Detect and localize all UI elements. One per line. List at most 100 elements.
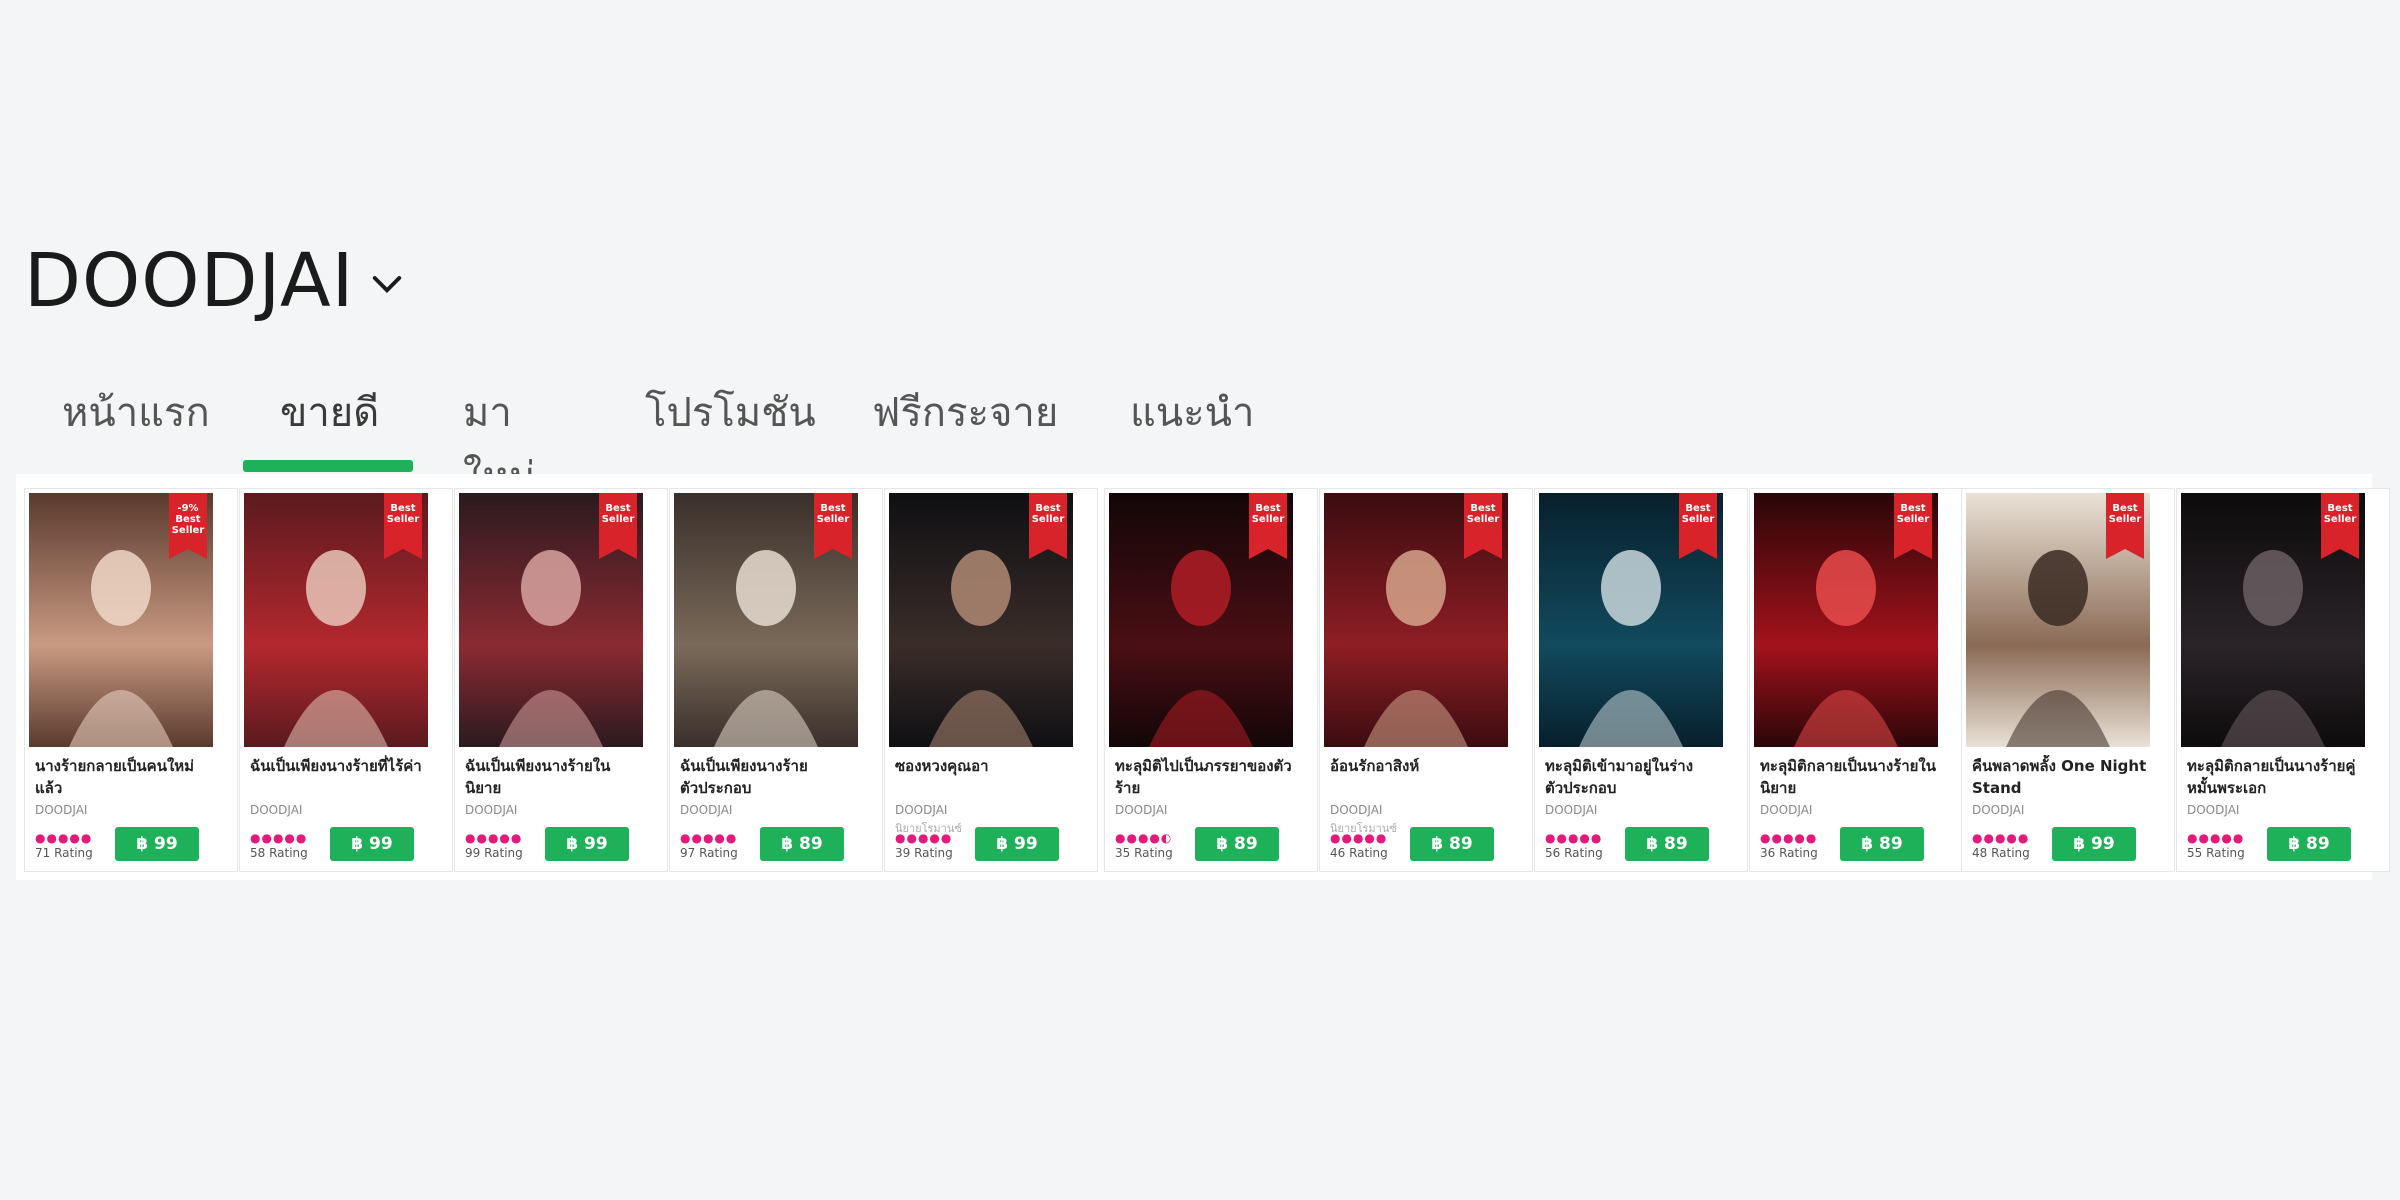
rating-count: 46 Rating <box>1330 846 1388 860</box>
book-cover[interactable]: Best Seller <box>244 493 428 747</box>
tab-recommended[interactable]: แนะนำ <box>1098 380 1258 472</box>
chevron-down-icon[interactable] <box>366 264 408 306</box>
price-button[interactable]: ฿ 99 <box>545 827 629 861</box>
book-author: DOODJAI <box>1330 803 1383 817</box>
book-title[interactable]: ฉันเป็นเพียงนางร้ายที่ไร้ค่า <box>250 755 430 799</box>
book-card[interactable]: Best Seller ซองหวงคุณอา DOODJAI นิยายโรมา… <box>884 488 1098 872</box>
book-author: DOODJAI <box>1972 803 2025 817</box>
bestseller-badge: -9% Best Seller <box>169 493 207 559</box>
bestseller-badge: Best Seller <box>1679 493 1717 559</box>
book-author: DOODJAI <box>1760 803 1813 817</box>
book-author: DOODJAI <box>1545 803 1598 817</box>
rating-count: 36 Rating <box>1760 846 1818 860</box>
book-title[interactable]: ทะลุมิติกลายเป็นนางร้ายคู่หมั้นพระเอก <box>2187 755 2367 799</box>
book-author: DOODJAI <box>250 803 303 817</box>
book-cover[interactable]: Best Seller <box>1324 493 1508 747</box>
rating-stars: ●●●●◐ <box>1115 831 1173 845</box>
rating-count: 58 Rating <box>250 846 308 860</box>
book-title[interactable]: ฉันเป็นเพียงนางร้ายตัวประกอบ <box>680 755 860 799</box>
bestseller-badge: Best Seller <box>814 493 852 559</box>
book-title[interactable]: อ้อนรักอาสิงห์ <box>1330 755 1510 799</box>
book-title[interactable]: ซองหวงคุณอา <box>895 755 1075 799</box>
rating-stars: ●●●●● <box>2187 831 2245 845</box>
price-button[interactable]: ฿ 89 <box>1840 827 1924 861</box>
rating-stars: ●●●●● <box>35 831 93 845</box>
book-author: DOODJAI <box>1115 803 1168 817</box>
tab-free[interactable]: ฟรีกระจาย <box>840 380 1098 472</box>
price-button[interactable]: ฿ 99 <box>330 827 414 861</box>
rating-count: 56 Rating <box>1545 846 1603 860</box>
book-cover[interactable]: Best Seller <box>1109 493 1293 747</box>
book-card[interactable]: Best Seller ทะลุมิติกลายเป็นนางร้ายคู่หมั… <box>2176 488 2390 872</box>
book-title[interactable]: ทะลุมิติกลายเป็นนางร้ายในนิยาย <box>1760 755 1940 799</box>
bestseller-badge: Best Seller <box>599 493 637 559</box>
bestseller-badge: Best Seller <box>1249 493 1287 559</box>
price-button[interactable]: ฿ 89 <box>1410 827 1494 861</box>
book-title[interactable]: นางร้ายกลายเป็นคนใหม่แล้ว <box>35 755 215 799</box>
book-cover[interactable]: Best Seller <box>1966 493 2150 747</box>
store-title: DOODJAI <box>24 238 355 324</box>
bestseller-badge: Best Seller <box>1029 493 1067 559</box>
book-author: DOODJAI <box>35 803 88 817</box>
book-card[interactable]: -9% Best Seller นางร้ายกลายเป็นคนใหม่แล้ว… <box>24 488 238 872</box>
rating-stars: ●●●●● <box>1972 831 2030 845</box>
book-card[interactable]: Best Seller ทะลุมิติไปเป็นภรรยาของตัวร้าย… <box>1104 488 1318 872</box>
price-button[interactable]: ฿ 99 <box>2052 827 2136 861</box>
book-title[interactable]: คืนพลาดพลั้ง One Night Stand <box>1972 755 2152 799</box>
rating-count: 48 Rating <box>1972 846 2030 860</box>
bestseller-badge: Best Seller <box>2321 493 2359 559</box>
book-author: DOODJAI <box>680 803 733 817</box>
rating-count: 97 Rating <box>680 846 738 860</box>
book-cover[interactable]: Best Seller <box>674 493 858 747</box>
book-title[interactable]: ทะลุมิติเข้ามาอยู่ในร่างตัวประกอบ <box>1545 755 1725 799</box>
book-cover[interactable]: Best Seller <box>2181 493 2365 747</box>
book-author: DOODJAI <box>895 803 948 817</box>
rating-stars: ●●●●● <box>895 831 953 845</box>
rating-stars: ●●●●● <box>250 831 308 845</box>
price-button[interactable]: ฿ 89 <box>2267 827 2351 861</box>
tab-bestseller[interactable]: ขายดี <box>248 380 431 472</box>
rating-count: 35 Rating <box>1115 846 1173 860</box>
book-cover[interactable]: -9% Best Seller <box>29 493 213 747</box>
bestseller-badge: Best Seller <box>1894 493 1932 559</box>
book-author: DOODJAI <box>465 803 518 817</box>
book-cover[interactable]: Best Seller <box>889 493 1073 747</box>
book-card[interactable]: Best Seller อ้อนรักอาสิงห์ DOODJAI นิยายโ… <box>1319 488 1533 872</box>
category-tabs: หน้าแรก ขายดี มาใหม่ โปรโมชัน ฟรีกระจาย … <box>30 380 1258 500</box>
book-cover[interactable]: Best Seller <box>459 493 643 747</box>
rating-count: 99 Rating <box>465 846 523 860</box>
price-button[interactable]: ฿ 89 <box>1195 827 1279 861</box>
rating-count: 55 Rating <box>2187 846 2245 860</box>
book-card[interactable]: Best Seller ฉันเป็นเพียงนางร้ายในนิยาย DO… <box>454 488 668 872</box>
rating-stars: ●●●●● <box>1545 831 1603 845</box>
book-title[interactable]: ทะลุมิติไปเป็นภรรยาของตัวร้าย <box>1115 755 1295 799</box>
rating-stars: ●●●●● <box>1330 831 1388 845</box>
book-cover[interactable]: Best Seller <box>1539 493 1723 747</box>
book-title[interactable]: ฉันเป็นเพียงนางร้ายในนิยาย <box>465 755 645 799</box>
tab-home[interactable]: หน้าแรก <box>30 380 248 472</box>
book-card[interactable]: Best Seller คืนพลาดพลั้ง One Night Stand … <box>1961 488 2175 872</box>
store-header[interactable]: DOODJAI <box>24 238 408 324</box>
price-button[interactable]: ฿ 89 <box>1625 827 1709 861</box>
bestseller-badge: Best Seller <box>384 493 422 559</box>
rating-count: 39 Rating <box>895 846 953 860</box>
rating-stars: ●●●●● <box>465 831 523 845</box>
price-button[interactable]: ฿ 89 <box>760 827 844 861</box>
price-button[interactable]: ฿ 99 <box>975 827 1059 861</box>
tab-new[interactable]: มาใหม่ <box>431 380 613 500</box>
book-card[interactable]: Best Seller ฉันเป็นเพียงนางร้ายตัวประกอบ … <box>669 488 883 872</box>
tab-promotion[interactable]: โปรโมชัน <box>613 380 840 472</box>
top-background <box>0 0 2400 205</box>
rating-count: 71 Rating <box>35 846 93 860</box>
book-cover[interactable]: Best Seller <box>1754 493 1938 747</box>
price-button[interactable]: ฿ 99 <box>115 827 199 861</box>
book-card[interactable]: Best Seller ทะลุมิติกลายเป็นนางร้ายในนิยา… <box>1749 488 1963 872</box>
bestseller-badge: Best Seller <box>1464 493 1502 559</box>
rating-stars: ●●●●● <box>1760 831 1818 845</box>
bestseller-badge: Best Seller <box>2106 493 2144 559</box>
book-author: DOODJAI <box>2187 803 2240 817</box>
book-card[interactable]: Best Seller ทะลุมิติเข้ามาอยู่ในร่างตัวปร… <box>1534 488 1748 872</box>
rating-stars: ●●●●● <box>680 831 738 845</box>
active-tab-indicator <box>243 460 413 472</box>
book-card[interactable]: Best Seller ฉันเป็นเพียงนางร้ายที่ไร้ค่า … <box>239 488 453 872</box>
